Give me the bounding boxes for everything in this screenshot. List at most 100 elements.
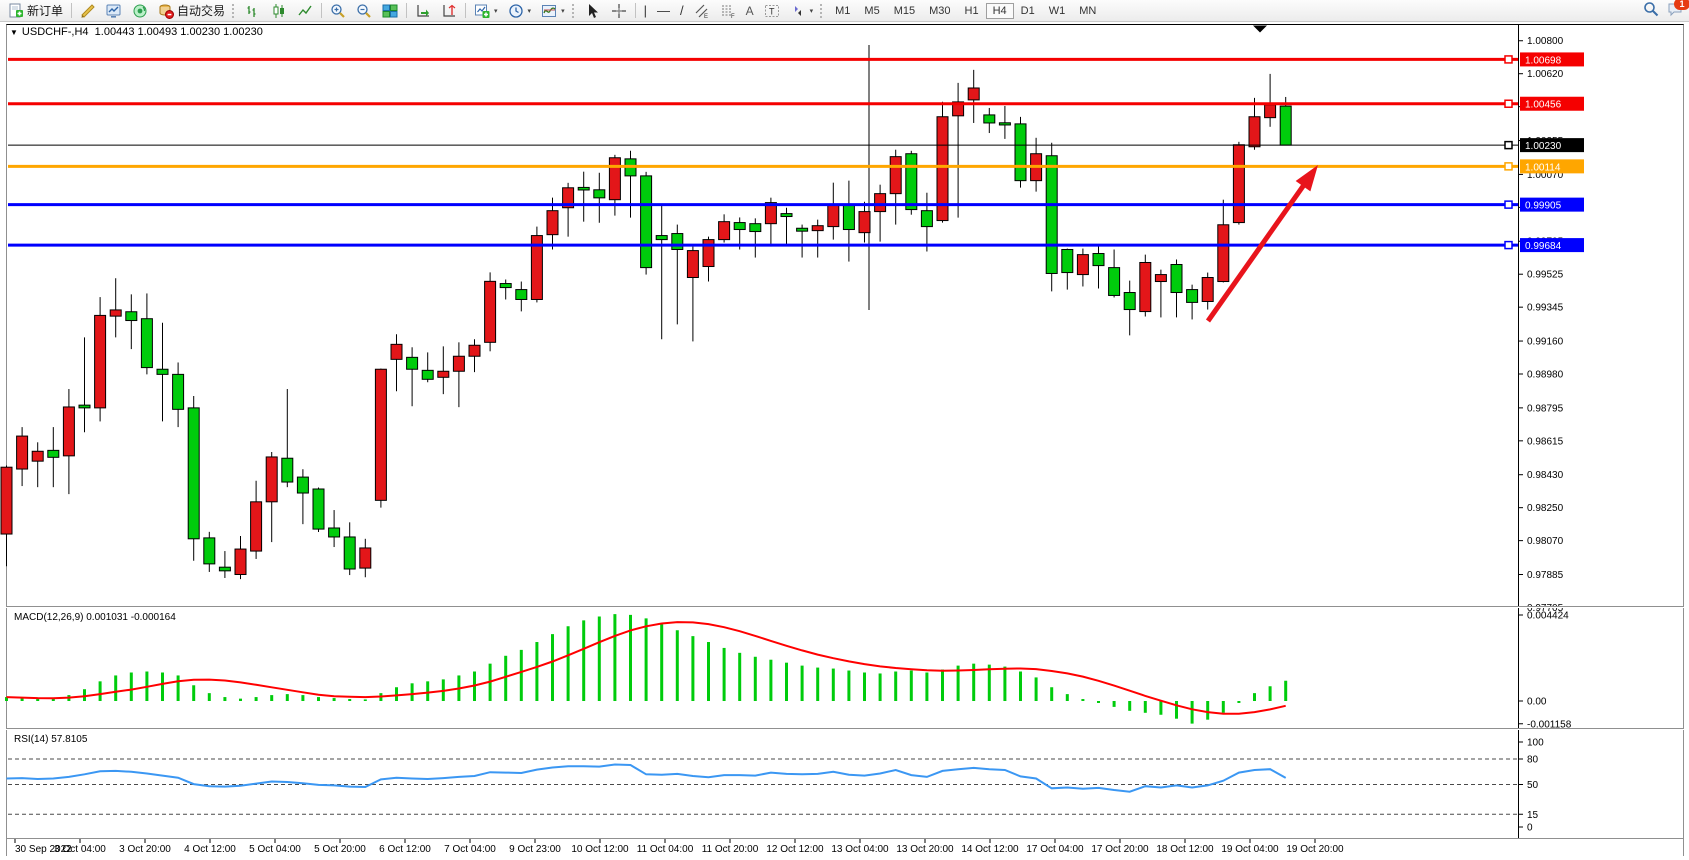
timeframe-d1[interactable]: D1: [1014, 3, 1042, 19]
candle: [547, 211, 558, 235]
time-label: 17 Oct 04:00: [1026, 844, 1084, 855]
time-label: 11 Oct 20:00: [702, 844, 759, 855]
price-tick-label: 0.98615: [1527, 436, 1564, 447]
vertical-line-icon: |: [644, 3, 647, 18]
candle: [110, 310, 121, 316]
candle: [204, 538, 215, 564]
trendline-button[interactable]: /: [675, 0, 689, 21]
chart-shift-button[interactable]: [436, 0, 462, 21]
zoom-in-icon: [330, 3, 346, 19]
candlestick-chart-icon: [271, 3, 287, 19]
price-tick-label: 0.99160: [1527, 337, 1564, 348]
price-badge-anchor: [1505, 242, 1512, 249]
zoom-out-button[interactable]: [351, 0, 377, 21]
candle: [1109, 268, 1120, 296]
new-order-button[interactable]: 新订单: [3, 0, 68, 21]
time-label: 17 Oct 20:00: [1091, 844, 1149, 855]
notifications[interactable]: 1: [1667, 1, 1683, 17]
time-label: 18 Oct 12:00: [1156, 844, 1214, 855]
timeframe-m15[interactable]: M15: [887, 3, 922, 19]
trendline-icon: /: [680, 3, 684, 18]
candle: [469, 345, 480, 356]
time-label: 3 Oct 04:00: [54, 844, 106, 855]
candle: [485, 281, 496, 342]
chart-menu-icon[interactable]: ▼: [10, 28, 18, 37]
price-tick-label: 1.00800: [1527, 36, 1564, 47]
candle: [407, 357, 418, 369]
trend-arrow-head[interactable]: [1296, 165, 1318, 191]
candle: [1, 467, 12, 534]
candle: [391, 344, 402, 359]
time-label: 5 Oct 04:00: [249, 844, 301, 855]
line-chart-button[interactable]: [292, 0, 318, 21]
text-button[interactable]: A: [741, 0, 759, 21]
timeframe-h4[interactable]: H4: [986, 3, 1014, 19]
line-chart-icon: [297, 3, 313, 19]
candlestick-chart-button[interactable]: [266, 0, 292, 21]
separator: [71, 3, 72, 18]
cursor-button[interactable]: [580, 0, 606, 21]
candle: [17, 436, 28, 469]
chart-shift-marker[interactable]: [1253, 26, 1267, 33]
candle: [594, 190, 605, 198]
separator: [406, 3, 407, 18]
autotrading-icon: [158, 3, 174, 19]
search-icon[interactable]: [1643, 1, 1659, 17]
zoom-in-button[interactable]: [325, 0, 351, 21]
rsi-line: [7, 765, 1286, 792]
metaeditor-button[interactable]: [75, 0, 101, 21]
candle: [329, 528, 340, 537]
rsi-label: RSI(14) 57.8105: [14, 734, 87, 745]
vertical-line-button[interactable]: |: [639, 0, 652, 21]
candle: [984, 115, 995, 123]
auto-scroll-icon: [415, 3, 431, 19]
time-label: 6 Oct 12:00: [379, 844, 431, 855]
chart-canvas[interactable]: 1.008001.006201.004401.002551.000700.998…: [0, 22, 1689, 860]
candle: [422, 370, 433, 379]
candle: [734, 223, 745, 230]
timeframe-m30[interactable]: M30: [922, 3, 957, 19]
svg-text:F: F: [731, 14, 735, 19]
profiles-clock-icon: [508, 3, 524, 19]
candle: [1093, 254, 1104, 266]
tile-windows-button[interactable]: [377, 0, 403, 21]
candle: [750, 224, 761, 232]
chart-window[interactable]: 1.008001.006201.004401.002551.000700.998…: [0, 22, 1689, 860]
macd-axis-label: -0.001158: [1527, 719, 1572, 730]
autotrading-button[interactable]: 自动交易: [153, 0, 230, 21]
chevron-down-icon: ▾: [561, 7, 565, 15]
timeframe-h1[interactable]: H1: [958, 3, 986, 19]
arrows-button[interactable]: ▾: [785, 0, 819, 21]
bar-chart-button[interactable]: [240, 0, 266, 21]
text-label-button[interactable]: T: [759, 0, 785, 21]
price-badge-anchor: [1505, 142, 1512, 149]
indicators-button[interactable]: ▾: [536, 0, 570, 21]
horizontal-line-button[interactable]: —: [652, 0, 675, 21]
price-tick-label: 0.97885: [1527, 570, 1564, 581]
terminal-button[interactable]: [101, 0, 127, 21]
cursor-icon: [585, 3, 601, 19]
price-tick-label: 0.98430: [1527, 470, 1564, 481]
new-chart-button[interactable]: ▾: [469, 0, 503, 21]
timeframe-mn[interactable]: MN: [1072, 3, 1103, 19]
price-tick-label: 0.99345: [1527, 303, 1564, 314]
bar-chart-icon: [245, 3, 261, 19]
time-label: 9 Oct 23:00: [509, 844, 561, 855]
time-label: 4 Oct 12:00: [184, 844, 236, 855]
fibonacci-button[interactable]: F: [715, 0, 741, 21]
timeframe-m5[interactable]: M5: [857, 3, 886, 19]
timeframe-w1[interactable]: W1: [1042, 3, 1073, 19]
auto-scroll-button[interactable]: [410, 0, 436, 21]
chart-title: ▼USDCHF-,H4 1.00443 1.00493 1.00230 1.00…: [10, 26, 263, 38]
candle: [313, 489, 324, 529]
toolbar-grip: [820, 4, 826, 18]
market-watch-button[interactable]: [127, 0, 153, 21]
crosshair-button[interactable]: [606, 0, 632, 21]
candle: [375, 369, 386, 500]
timeframe-m1[interactable]: M1: [828, 3, 857, 19]
channel-button[interactable]: E: [689, 0, 715, 21]
candle: [1187, 290, 1198, 303]
profiles-button[interactable]: ▾: [503, 0, 537, 21]
text-label-icon: T: [764, 3, 780, 19]
price-badge-anchor: [1505, 163, 1512, 170]
